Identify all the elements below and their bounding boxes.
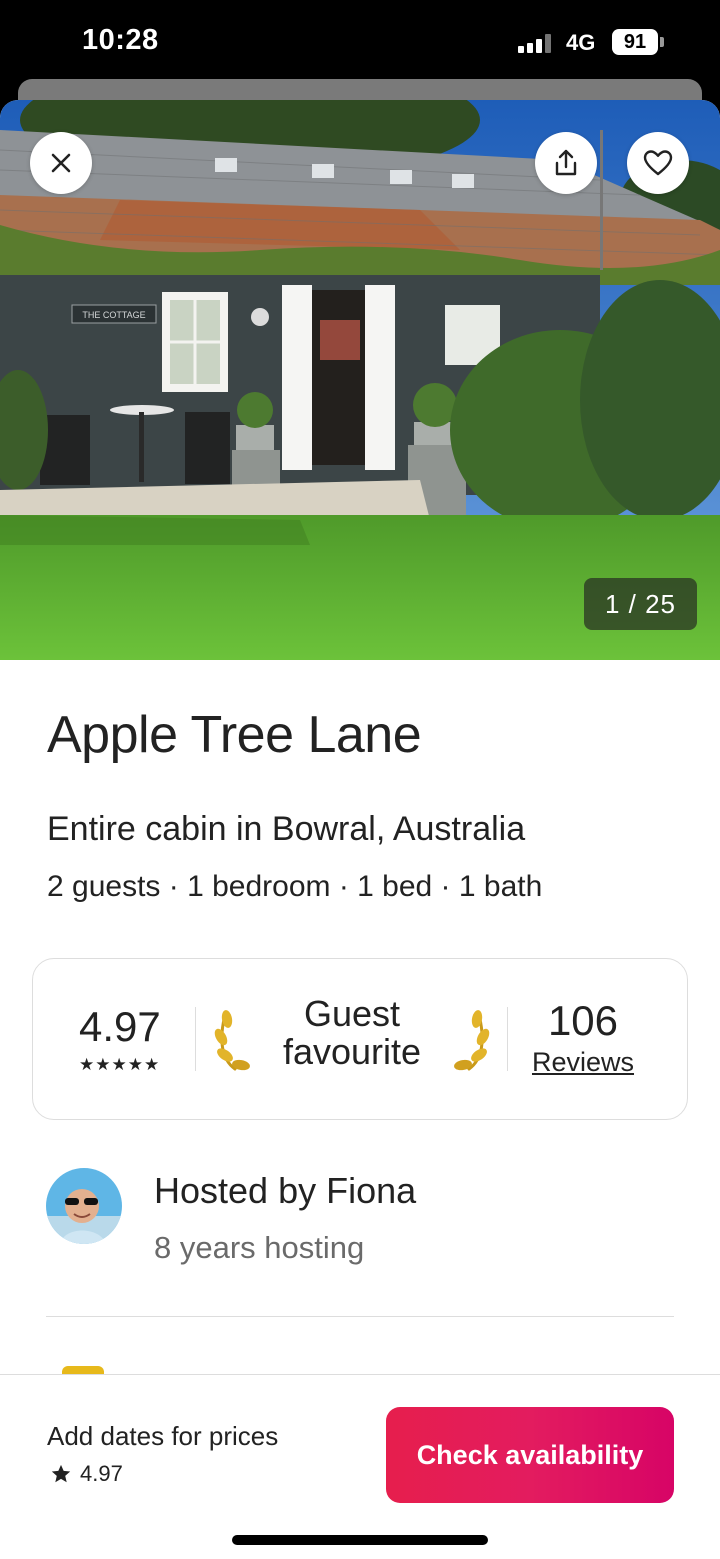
host-experience: 8 years hosting <box>154 1230 365 1265</box>
reviews-link[interactable]: Reviews <box>523 1047 643 1078</box>
section-divider <box>46 1316 674 1317</box>
battery-cap <box>660 37 664 47</box>
close-icon <box>51 153 71 173</box>
price-prompt[interactable]: Add dates for prices <box>47 1421 278 1452</box>
rating-summary[interactable]: 4.97 ★★★★★ Guest favourite 106 Reviews <box>32 958 688 1120</box>
signal-icon <box>518 33 558 53</box>
listing-title: Apple Tree Lane <box>47 706 422 764</box>
listing-sheet: THE COTTAGE 1 / 25 Apple Tree Lane Entir… <box>0 100 720 1559</box>
host-name[interactable]: Hosted by Fiona <box>154 1170 416 1212</box>
star-rating-icon: ★★★★★ <box>79 1055 161 1074</box>
footer-rating: 4.97 <box>50 1461 123 1487</box>
listing-details: 2 guests · 1 bedroom · 1 bed · 1 bath <box>47 870 543 903</box>
home-indicator[interactable] <box>232 1535 488 1545</box>
star-icon <box>51 1464 71 1483</box>
status-bar: 10:28 4G 91 <box>0 0 720 80</box>
avatar-image <box>46 1168 122 1244</box>
check-availability-button[interactable]: Check availability <box>386 1407 674 1503</box>
favorite-button[interactable] <box>627 132 689 194</box>
listing-subtitle: Entire cabin in Bowral, Australia <box>47 810 526 848</box>
rating-value: 4.97 <box>79 1003 161 1050</box>
host-avatar[interactable] <box>46 1168 122 1244</box>
cottage-photo: THE COTTAGE <box>0 100 720 660</box>
reviews-count: 106 <box>547 997 619 1044</box>
booking-footer: Add dates for prices 4.97 Check availabi… <box>0 1374 720 1559</box>
battery-icon: 91 <box>612 29 658 55</box>
share-icon <box>555 149 577 176</box>
laurel-left-icon <box>214 1010 250 1071</box>
divider <box>195 1007 196 1071</box>
network-type: 4G <box>566 30 596 55</box>
hero-photo[interactable]: THE COTTAGE 1 / 25 <box>0 100 720 660</box>
divider <box>507 1007 508 1071</box>
laurel-right-icon <box>454 1010 490 1071</box>
footer-rating-value: 4.97 <box>80 1461 123 1486</box>
heart-icon <box>643 150 673 176</box>
svg-text:THE COTTAGE: THE COTTAGE <box>82 310 145 320</box>
share-button[interactable] <box>535 132 597 194</box>
close-button[interactable] <box>30 132 92 194</box>
status-time: 10:28 <box>82 24 159 56</box>
photo-counter: 1 / 25 <box>584 578 697 630</box>
guest-favourite-badge: Guest favourite <box>282 993 422 1072</box>
